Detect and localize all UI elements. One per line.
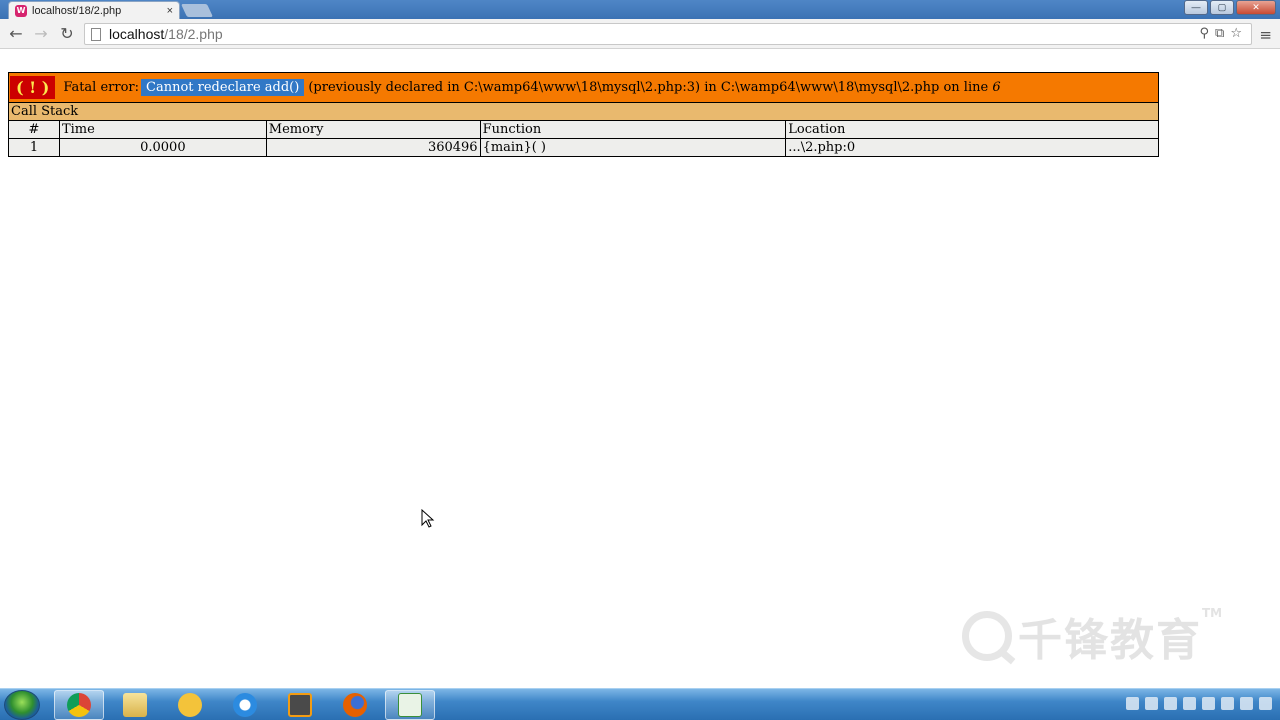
taskbar-chrome[interactable] (54, 690, 104, 720)
error-bang-icon: ( ! ) (10, 76, 56, 99)
watermark-logo-icon (962, 611, 1012, 661)
tray-icon-4[interactable] (1183, 697, 1196, 710)
error-detail: (previously declared in C:\wamp64\www\18… (308, 80, 989, 95)
call-stack-header-row: # Time Memory Function Location (8, 120, 1159, 139)
column-header-num: # (8, 120, 60, 139)
cell-time: 0.0000 (58, 138, 267, 157)
site-favicon-icon: W (15, 5, 27, 17)
maximize-button[interactable]: ▢ (1210, 0, 1234, 15)
tray-icon-6[interactable] (1221, 697, 1234, 710)
forward-arrow-icon[interactable]: → (31, 24, 51, 44)
tab-title: localhost/18/2.php (32, 5, 122, 17)
cell-location: ...\2.php:0 (785, 138, 1159, 157)
column-header-time: Time (58, 120, 267, 139)
watermark: 千锋教育 TM (962, 604, 1222, 668)
tray-icon-5[interactable] (1202, 697, 1215, 710)
error-message-selected[interactable]: Cannot redeclare add() (141, 79, 305, 96)
file-explorer-icon (123, 693, 147, 717)
url-path: /18/2.php (164, 26, 223, 42)
error-header: ( ! ) Fatal error: Cannot redeclare add(… (8, 72, 1159, 103)
cell-function: {main}( ) (479, 138, 787, 157)
minimize-button[interactable]: — (1184, 0, 1208, 15)
tab-close-icon[interactable]: × (167, 5, 173, 17)
internet-explorer-icon (233, 693, 257, 717)
error-line-number: 6 (992, 80, 1001, 95)
menu-icon[interactable]: ≡ (1259, 26, 1272, 44)
watermark-text: 千锋教育 (1018, 615, 1202, 666)
tray-icon-3[interactable] (1164, 697, 1177, 710)
firefox-icon (343, 693, 367, 717)
cell-memory: 360496 (265, 138, 481, 157)
table-row: 1 0.0000 360496 {main}( ) ...\2.php:0 (8, 138, 1159, 157)
sublime-text-icon (288, 693, 312, 717)
column-header-memory: Memory (265, 120, 481, 139)
column-header-function: Function (479, 120, 787, 139)
tray-icon-1[interactable] (1126, 697, 1139, 710)
browser-tab[interactable]: W localhost/18/2.php × (8, 1, 180, 20)
chrome-icon (67, 693, 91, 717)
window-controls: — ▢ ✕ (1184, 0, 1276, 15)
mouse-cursor-icon (421, 509, 435, 528)
taskbar-sublime[interactable] (275, 690, 325, 720)
back-arrow-icon[interactable]: ← (6, 24, 26, 44)
call-stack-title: Call Stack (8, 102, 1159, 121)
reload-icon[interactable]: ↻ (57, 24, 77, 44)
browser-toolbar: ← → ↻ localhost /18/2.php ⚲ ⧉ ☆ ≡ (0, 19, 1280, 49)
taskbar-chart-app[interactable] (385, 690, 435, 720)
chart-app-icon (398, 693, 422, 717)
browser-title-bar: W localhost/18/2.php × — ▢ ✕ (0, 0, 1280, 20)
column-header-location: Location (785, 120, 1159, 139)
window-close-button[interactable]: ✕ (1236, 0, 1276, 15)
start-button-icon[interactable] (4, 690, 40, 720)
tray-icon-2[interactable] (1145, 697, 1158, 710)
page-icon (91, 27, 101, 41)
address-bar[interactable]: localhost /18/2.php (84, 23, 1252, 45)
cell-num: 1 (8, 138, 60, 157)
volume-icon[interactable] (1240, 697, 1253, 710)
error-label: Fatal error: (63, 80, 140, 95)
taskbar (0, 688, 1280, 720)
xdebug-error-table: ( ! ) Fatal error: Cannot redeclare add(… (8, 72, 1159, 157)
taskbar-explorer[interactable] (110, 690, 160, 720)
taskbar-firefox[interactable] (330, 690, 380, 720)
taskbar-app[interactable] (165, 690, 215, 720)
app-icon (178, 693, 202, 717)
zoom-icon[interactable]: ⚲ (1200, 26, 1210, 41)
watermark-tm: TM (1202, 606, 1223, 620)
translate-icon[interactable]: ⧉ (1215, 26, 1224, 41)
taskbar-ie[interactable] (220, 690, 270, 720)
action-center-icon[interactable] (1259, 697, 1272, 710)
system-tray (1126, 697, 1272, 710)
url-host: localhost (109, 26, 165, 42)
bookmark-star-icon[interactable]: ☆ (1230, 26, 1242, 41)
new-tab-button[interactable] (180, 4, 214, 17)
